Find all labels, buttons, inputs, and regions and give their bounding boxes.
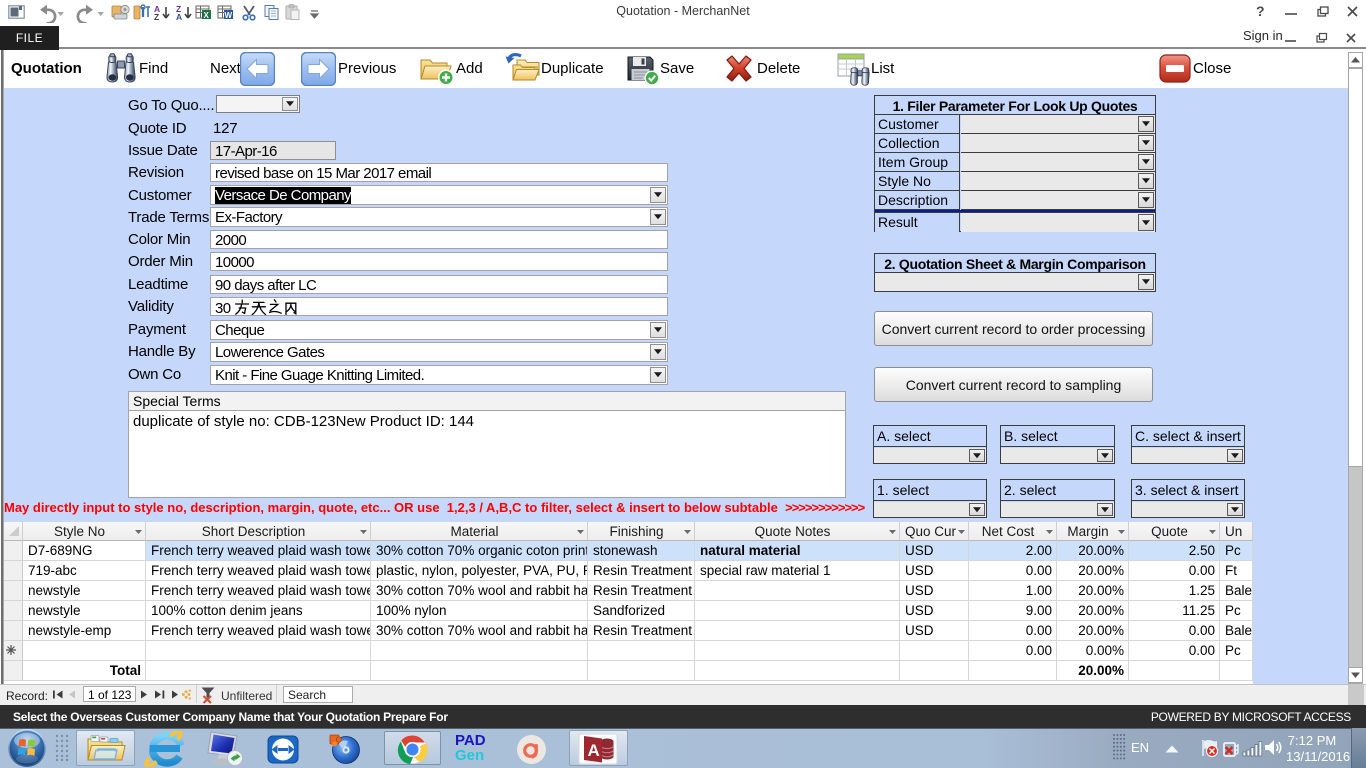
svg-text:A: A	[588, 741, 600, 760]
svg-text:Z: Z	[154, 12, 159, 22]
svg-text:A: A	[176, 12, 182, 22]
svg-text:W: W	[225, 11, 233, 20]
svg-text:X: X	[204, 11, 210, 20]
